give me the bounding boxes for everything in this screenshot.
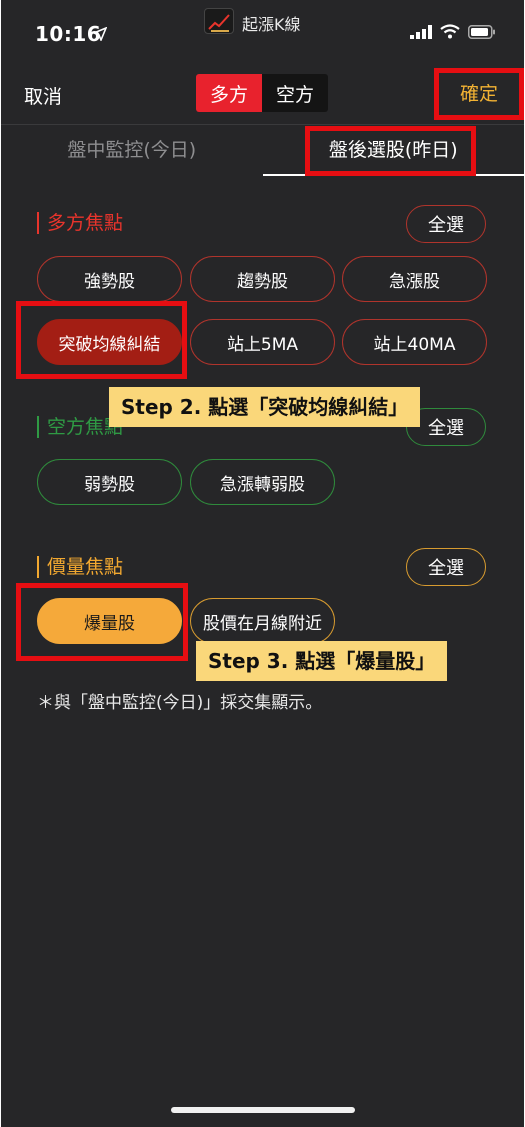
highlight-confirm	[434, 68, 524, 120]
battery-icon	[468, 24, 496, 43]
long-short-segment: 多方 空方	[196, 74, 328, 112]
option-surge-to-weak-stock[interactable]: 急漲轉弱股	[190, 459, 335, 505]
option-near-monthly-line[interactable]: 股價在月線附近	[190, 598, 335, 644]
option-strong-stock[interactable]: 強勢股	[37, 256, 182, 302]
option-above-40ma[interactable]: 站上40MA	[342, 319, 487, 365]
cancel-button[interactable]: 取消	[24, 82, 62, 109]
highlight-after-hours-tab	[305, 126, 476, 176]
option-trend-stock[interactable]: 趨勢股	[190, 256, 335, 302]
option-weak-stock[interactable]: 弱勢股	[37, 459, 182, 505]
select-all-volume-button[interactable]: 全選	[406, 548, 486, 586]
app-name: 起漲K線	[242, 15, 301, 34]
step2-callout: Step 2. 點選「突破均線糾結」	[109, 387, 421, 427]
option-surge-stock[interactable]: 急漲股	[342, 256, 487, 302]
status-bar: 10:16 起漲K線	[1, 0, 524, 64]
wifi-icon	[440, 24, 460, 43]
home-indicator[interactable]	[171, 1107, 355, 1113]
step3-callout: Step 3. 點選「爆量股」	[196, 641, 448, 681]
select-all-bull-button[interactable]: 全選	[406, 205, 486, 243]
segment-short[interactable]: 空方	[262, 74, 328, 112]
tab-intraday[interactable]: 盤中監控(今日)	[1, 125, 263, 176]
option-above-5ma[interactable]: 站上5MA	[190, 319, 335, 365]
highlight-volume-burst	[16, 583, 188, 661]
phone-screen: 10:16 起漲K線 取消 多方 空方 確定 盤中監控(今日) 盤後選股(昨日)…	[1, 0, 524, 1127]
section-title-bull: 多方焦點	[37, 212, 123, 234]
segment-long[interactable]: 多方	[196, 74, 262, 112]
highlight-break-ma-tangle	[16, 301, 187, 379]
location-arrow-icon	[91, 26, 108, 45]
app-logo-icon	[204, 8, 234, 34]
signal-icon	[410, 24, 432, 43]
section-title-volume: 價量焦點	[37, 556, 123, 578]
status-time: 10:16	[35, 22, 102, 46]
intersection-note: ＊與「盤中監控(今日)」採交集顯示。	[37, 693, 323, 713]
